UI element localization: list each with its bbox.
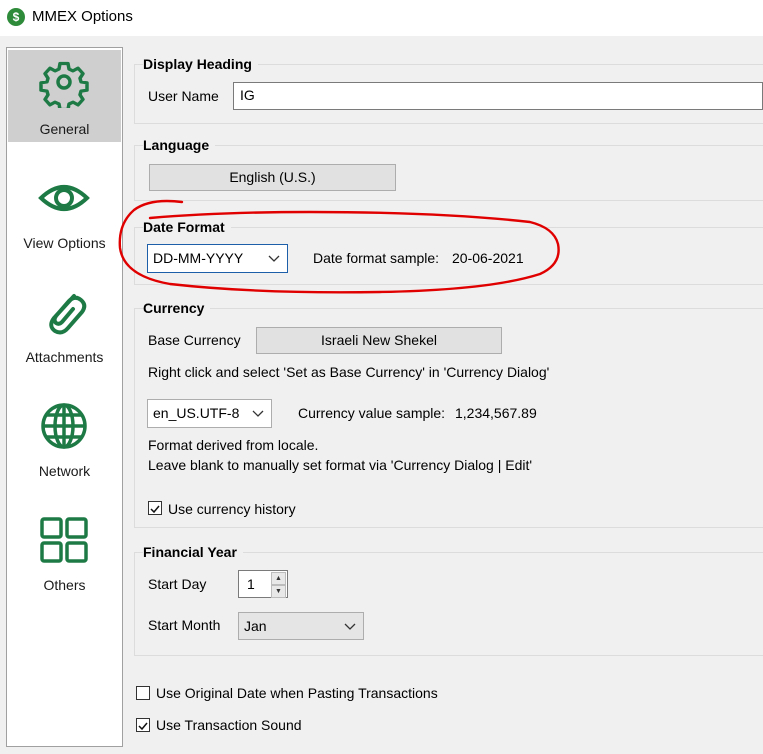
sidebar-item-network[interactable]: Network (8, 392, 121, 484)
spin-arrows: ▲ ▼ (271, 572, 286, 598)
use-original-date-checkbox[interactable] (136, 686, 150, 700)
use-currency-history-checkbox[interactable] (148, 501, 162, 515)
sidebar-item-label: Others (43, 577, 86, 593)
start-month-label: Start Month (148, 617, 221, 633)
spin-up-icon[interactable]: ▲ (271, 572, 286, 585)
sidebar-item-label: Network (38, 463, 91, 479)
options-sidebar: General View Options Attachments Network (6, 47, 123, 747)
chevron-down-icon (252, 410, 264, 417)
eye-icon (38, 185, 90, 211)
start-month-value: Jan (244, 618, 267, 634)
start-day-spinner[interactable]: 1 ▲ ▼ (238, 570, 288, 598)
start-day-label: Start Day (148, 576, 207, 592)
currency-sample-label: Currency value sample: (298, 405, 446, 421)
currency-note-line1: Format derived from locale. (148, 437, 319, 453)
currency-title: Currency (143, 300, 211, 316)
locale-select[interactable]: en_US.UTF-8 (147, 399, 272, 428)
checkmark-icon (150, 505, 160, 514)
title-bar: $ MMEX Options (0, 0, 763, 36)
sidebar-item-others[interactable]: Others (8, 506, 121, 598)
sidebar-item-view-options[interactable]: View Options (8, 164, 121, 256)
sidebar-item-label: Attachments (25, 349, 104, 365)
user-name-label: User Name (148, 88, 219, 104)
sidebar-item-label: View Options (23, 235, 106, 251)
gear-icon (39, 61, 89, 108)
paperclip-icon (49, 294, 87, 335)
sidebar-item-general[interactable]: General (8, 50, 121, 142)
currency-hint: Right click and select 'Set as Base Curr… (148, 364, 550, 380)
financial-year-title: Financial Year (143, 544, 243, 560)
app-icon: $ (7, 8, 25, 26)
start-day-value: 1 (247, 576, 255, 592)
base-currency-button[interactable]: Israeli New Shekel (256, 327, 502, 354)
start-month-select[interactable]: Jan (238, 612, 364, 640)
display-heading-title: Display Heading (143, 56, 258, 72)
red-annotation-circle (118, 199, 560, 294)
checkmark-icon (138, 722, 148, 731)
language-title: Language (143, 137, 216, 153)
locale-value: en_US.UTF-8 (153, 405, 240, 421)
financial-year-group (134, 552, 763, 656)
globe-icon (41, 403, 87, 449)
use-original-date-label[interactable]: Use Original Date when Pasting Transacti… (156, 685, 438, 701)
base-currency-label: Base Currency (148, 332, 241, 348)
currency-sample-value: 1,234,567.89 (455, 405, 537, 421)
sidebar-item-attachments[interactable]: Attachments (8, 278, 121, 370)
use-currency-history-label[interactable]: Use currency history (168, 501, 296, 517)
grid-icon (40, 517, 88, 563)
user-name-input[interactable]: IG (233, 82, 763, 110)
chevron-down-icon (344, 623, 356, 630)
sidebar-item-label: General (39, 121, 90, 137)
window-title: MMEX Options (32, 8, 133, 25)
language-button[interactable]: English (U.S.) (149, 164, 396, 191)
use-transaction-sound-label[interactable]: Use Transaction Sound (156, 717, 302, 733)
currency-note-line2: Leave blank to manually set format via '… (148, 457, 533, 473)
spin-down-icon[interactable]: ▼ (271, 585, 286, 598)
use-transaction-sound-checkbox[interactable] (136, 718, 150, 732)
